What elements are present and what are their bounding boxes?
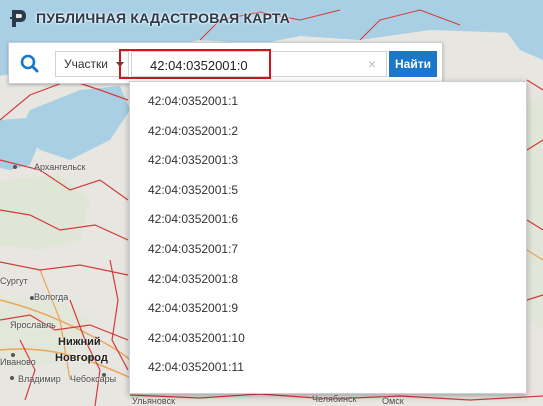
map-label-vladimir: Владимир: [18, 374, 61, 384]
map-label-vologda: Вологда: [34, 292, 69, 302]
search-icon: [20, 54, 39, 73]
suggestion-dropdown: 42:04:0352001:1 42:04:0352001:2 42:04:0352…: [129, 81, 527, 394]
map-label-yaroslavl: Ярославль: [10, 320, 56, 330]
app-title: ПУБЛИЧНАЯ КАДАСТРОВАЯ КАРТА: [36, 10, 291, 26]
map-label-ulyanovsk: Ульяновск: [132, 396, 176, 406]
logo-icon: [10, 10, 26, 27]
clear-icon[interactable]: ×: [368, 55, 376, 73]
search-query-box[interactable]: ×: [131, 51, 387, 77]
suggestion-item[interactable]: 42:04:0352001:9: [130, 294, 526, 324]
search-type-value: Участки: [64, 57, 108, 71]
suggestion-item[interactable]: 42:04:0352001:3: [130, 146, 526, 176]
search-input[interactable]: [150, 56, 360, 74]
suggestion-item[interactable]: 42:04:0352001:10: [130, 324, 526, 354]
map-label-omsk: Омск: [382, 396, 404, 406]
map-label-arkhangelsk: Архангельск: [34, 162, 86, 172]
map-label-surgut: Сургут: [0, 276, 28, 286]
map-label-ivanovo: Иваново: [0, 357, 36, 367]
suggestion-item[interactable]: 42:04:0352001:1: [130, 87, 526, 117]
suggestion-item[interactable]: 42:04:0352001:2: [130, 117, 526, 147]
suggestion-item[interactable]: 42:04:0352001:8: [130, 265, 526, 295]
suggestion-item[interactable]: 42:04:0352001:11: [130, 353, 526, 383]
suggestion-item[interactable]: 42:04:0352001:5: [130, 176, 526, 206]
find-button[interactable]: Найти: [389, 51, 437, 77]
app-header: ПУБЛИЧНАЯ КАДАСТРОВАЯ КАРТА: [0, 0, 543, 36]
chevron-down-icon: [116, 62, 124, 67]
search-type-select[interactable]: Участки: [55, 51, 129, 77]
suggestion-item[interactable]: 42:04:0352001:6: [130, 205, 526, 235]
map-label-cheboksary: Чебоксары: [70, 374, 117, 384]
map-label-chelyabinsk: Челябинск: [312, 394, 357, 404]
map-label-nizhny: Нижний: [58, 336, 101, 348]
suggestion-item[interactable]: 42:04:0352001:7: [130, 235, 526, 265]
search-button[interactable]: [15, 51, 45, 77]
map-label-novgorod: Новгород: [55, 352, 108, 364]
search-panel: Участки × Найти: [8, 42, 443, 84]
